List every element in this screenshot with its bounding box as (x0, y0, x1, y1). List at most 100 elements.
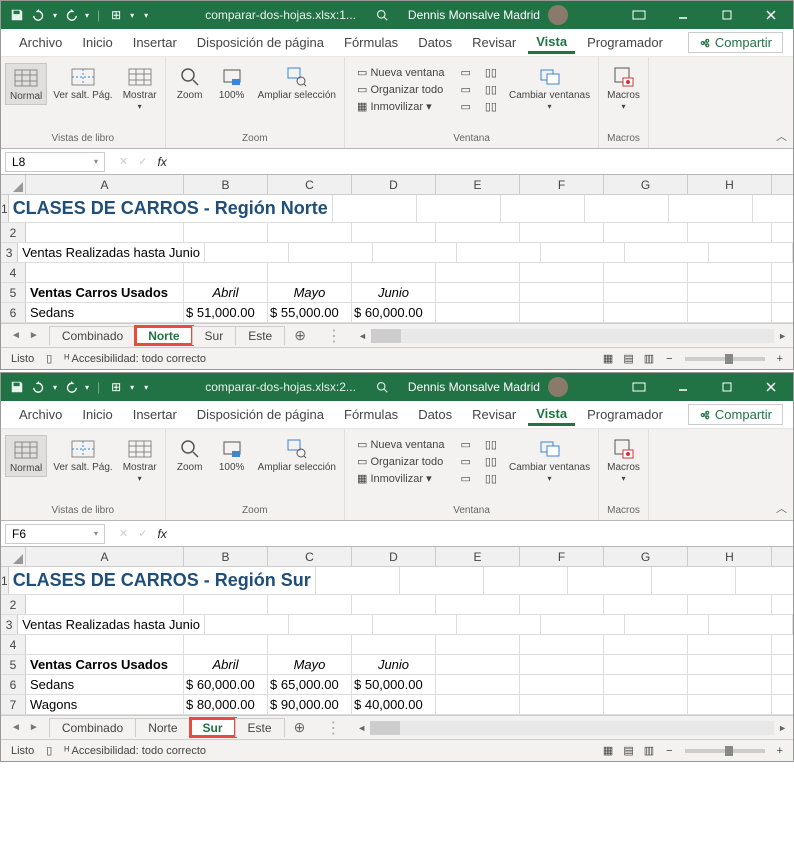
freeze-panes-button[interactable]: ▦ Inmovilizar ▾ (353, 99, 448, 114)
menu-archivo[interactable]: Archivo (11, 405, 70, 424)
cell[interactable] (436, 675, 520, 694)
qat-more-icon[interactable]: ⊞ (108, 379, 124, 395)
cell[interactable] (184, 223, 268, 242)
cell[interactable] (520, 303, 604, 322)
menu-vista[interactable]: Vista (528, 32, 575, 54)
cell[interactable] (709, 243, 793, 262)
cell[interactable] (205, 243, 289, 262)
enter-formula-icon[interactable]: ✓ (138, 155, 147, 169)
zoom-100-button[interactable]: 100% (212, 435, 252, 475)
zoom-out-icon[interactable]: − (666, 745, 672, 757)
view-side-icon[interactable]: ▯▯ (481, 65, 501, 80)
row-header[interactable]: 4 (1, 635, 26, 654)
col-header[interactable]: H (688, 547, 772, 566)
col-header[interactable]: C (268, 175, 352, 194)
cell[interactable]: Mayo (268, 283, 352, 302)
window-unhide-button[interactable]: ▭ (456, 471, 474, 486)
cell[interactable] (688, 283, 772, 302)
menu-revisar[interactable]: Revisar (464, 33, 524, 52)
cell[interactable] (688, 223, 772, 242)
cell[interactable]: Sedans (26, 675, 184, 694)
row-header[interactable]: 7 (1, 695, 26, 714)
sync-scroll-icon[interactable]: ▯▯ (481, 454, 501, 469)
cell[interactable] (352, 635, 436, 654)
tab-scroll-right-icon[interactable]: ► (29, 722, 39, 733)
row-header[interactable]: 6 (1, 675, 26, 694)
new-window-button[interactable]: ▭ Nueva ventana (353, 65, 448, 80)
cell[interactable] (736, 567, 794, 594)
cell[interactable] (457, 243, 541, 262)
cell[interactable]: $ 80,000.00 (184, 695, 268, 714)
worksheet-grid[interactable]: ABCDEFGH 1CLASES DE CARROS - Región Nort… (1, 175, 793, 323)
cell[interactable] (520, 263, 604, 282)
cell[interactable] (688, 263, 772, 282)
reset-pos-icon[interactable]: ▯▯ (481, 99, 501, 114)
normal-view-icon[interactable]: ▦ (603, 352, 613, 365)
fx-icon[interactable]: fx (157, 155, 166, 169)
cell[interactable] (541, 615, 625, 634)
cell[interactable] (352, 595, 436, 614)
cell[interactable]: Ventas Realizadas hasta Junio (18, 243, 205, 262)
cell[interactable]: Wagons (26, 695, 184, 714)
cell[interactable] (585, 195, 669, 222)
col-header[interactable]: A (26, 175, 184, 194)
scroll-left-icon[interactable]: ◄ (358, 331, 367, 341)
pagebreak-view-icon[interactable]: ▥ (644, 744, 654, 757)
zoom-selection-button[interactable]: Ampliar selección (254, 435, 340, 475)
cell[interactable]: Junio (352, 283, 436, 302)
view-normal-button[interactable]: Normal (5, 63, 47, 105)
cell[interactable] (568, 567, 652, 594)
page-layout-icon[interactable]: ▤ (623, 352, 633, 365)
cell[interactable] (520, 655, 604, 674)
cell[interactable]: Abril (184, 283, 268, 302)
horizontal-scrollbar[interactable] (371, 329, 774, 343)
collapse-ribbon-icon[interactable]: ︿ (776, 500, 787, 516)
new-sheet-button[interactable]: ⊕ (284, 719, 316, 736)
cell[interactable] (688, 303, 772, 322)
col-header[interactable]: G (604, 175, 688, 194)
zoom-slider[interactable] (685, 749, 765, 753)
horizontal-scrollbar[interactable] (370, 721, 774, 735)
cell[interactable] (604, 303, 688, 322)
cell[interactable] (373, 243, 457, 262)
select-all-corner[interactable] (1, 547, 26, 566)
zoom-slider[interactable] (685, 357, 765, 361)
col-header[interactable]: D (352, 175, 436, 194)
qat-more-icon[interactable]: ⊞ (108, 7, 124, 23)
sheet-tab-combinado[interactable]: Combinado (49, 718, 136, 737)
menu-insertar[interactable]: Insertar (125, 405, 185, 424)
maximize-button[interactable] (705, 1, 749, 29)
window-split-button[interactable]: ▭ (456, 65, 474, 80)
search-button[interactable] (376, 381, 388, 393)
cell[interactable] (205, 615, 289, 634)
cell[interactable]: Junio (352, 655, 436, 674)
redo-icon[interactable] (63, 379, 79, 395)
cell[interactable] (268, 595, 352, 614)
enter-formula-icon[interactable]: ✓ (138, 527, 147, 541)
cell[interactable] (268, 635, 352, 654)
accessibility-status[interactable]: ᴴ Accesibilidad: todo correcto (64, 745, 206, 757)
tab-scroll-left-icon[interactable]: ◄ (11, 722, 21, 733)
close-button[interactable] (749, 373, 793, 401)
menu-archivo[interactable]: Archivo (11, 33, 70, 52)
view-show-button[interactable]: Mostrar▾ (119, 63, 161, 113)
col-header[interactable]: H (688, 175, 772, 194)
cell[interactable] (604, 675, 688, 694)
new-sheet-button[interactable]: ⊕ (284, 327, 316, 344)
menu-insertar[interactable]: Insertar (125, 33, 185, 52)
cell[interactable] (604, 263, 688, 282)
cell[interactable] (352, 223, 436, 242)
cell[interactable] (26, 223, 184, 242)
user-label[interactable]: Dennis Monsalve Madrid (408, 5, 568, 25)
cell[interactable] (625, 615, 709, 634)
cell[interactable] (604, 655, 688, 674)
user-label[interactable]: Dennis Monsalve Madrid (408, 377, 568, 397)
cell[interactable]: Abril (184, 655, 268, 674)
name-box[interactable]: L8▾ (5, 152, 105, 172)
cell[interactable]: $ 55,000.00 (268, 303, 352, 322)
name-box[interactable]: F6▾ (5, 524, 105, 544)
cell[interactable] (333, 195, 417, 222)
col-header[interactable]: A (26, 547, 184, 566)
cell[interactable] (457, 615, 541, 634)
menu-inicio[interactable]: Inicio (74, 33, 120, 52)
